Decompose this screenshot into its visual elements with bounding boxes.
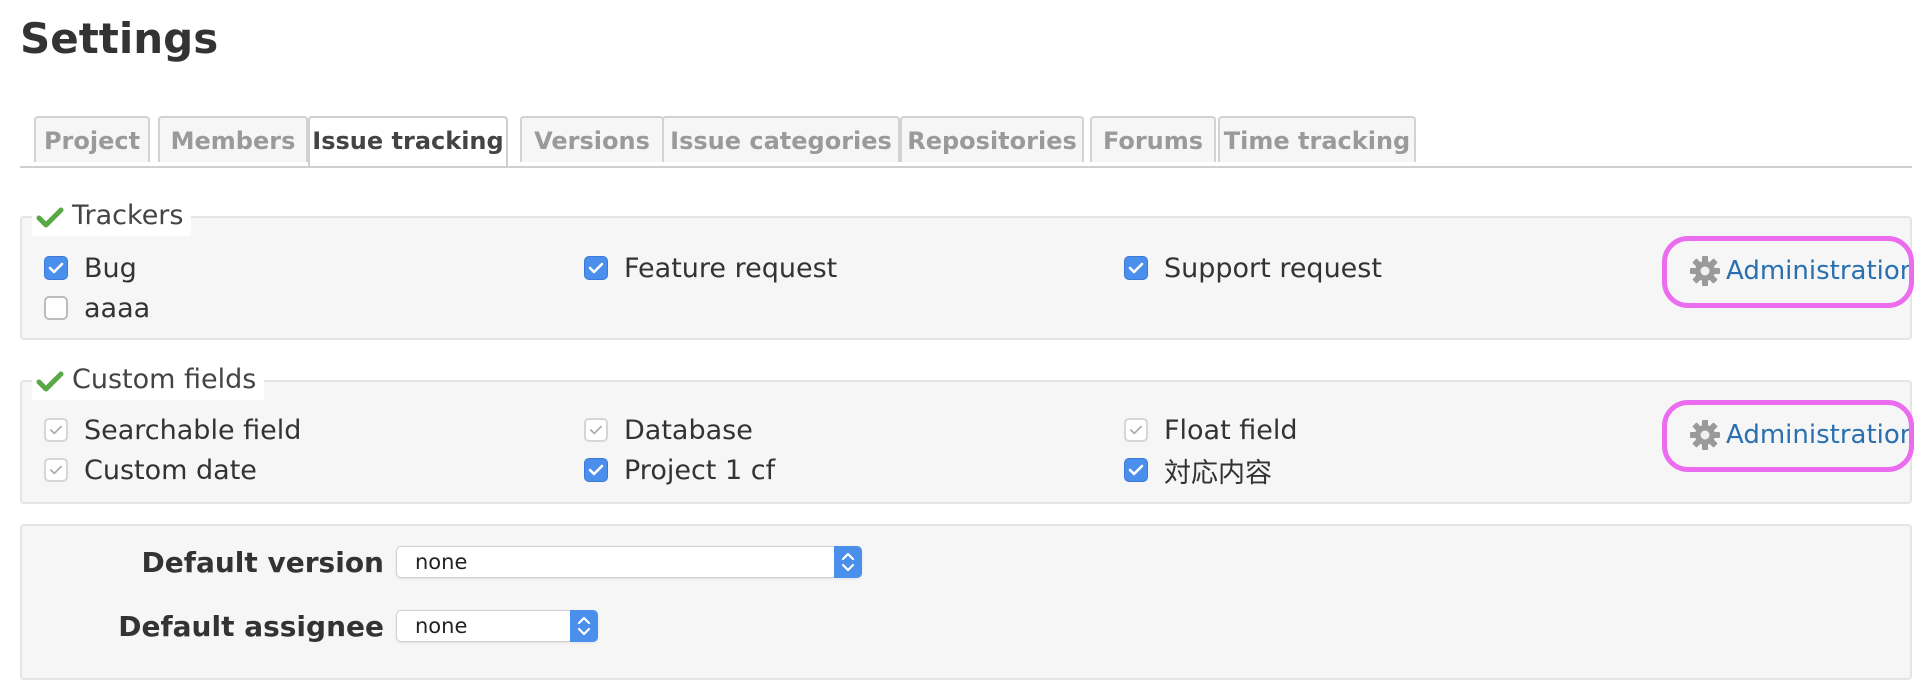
custom-field-project-1-cf-checkbox[interactable] [584, 458, 608, 482]
custom-fields-administration-label: Administration [1726, 420, 1917, 450]
default-assignee-label: Default assignee [118, 610, 384, 643]
custom-field-searchable-checkbox[interactable] [44, 418, 68, 442]
trackers-fieldset: Trackers Bug Feature request Support req… [20, 196, 1916, 340]
default-assignee-select[interactable]: none [396, 610, 598, 642]
custom-fields-fieldset: Custom fields Searchable field Database … [20, 360, 1916, 504]
tracker-feature-request: Feature request [584, 250, 837, 286]
tab-repositories[interactable]: Repositories [900, 116, 1084, 162]
trackers-legend-text: Trackers [72, 200, 184, 231]
custom-field-searchable: Searchable field [44, 412, 301, 448]
tracker-bug-checkbox[interactable] [44, 256, 68, 280]
page-title: Settings [20, 14, 219, 63]
custom-field-project-1-cf: Project 1 cf [584, 452, 775, 488]
custom-field-custom-date-label: Custom date [84, 454, 257, 486]
tab-time-tracking[interactable]: Time tracking [1218, 116, 1416, 162]
tab-forums[interactable]: Forums [1090, 116, 1216, 162]
tab-versions[interactable]: Versions [520, 116, 664, 162]
default-version-select[interactable]: none [396, 546, 862, 578]
tab-issue-categories[interactable]: Issue categories [662, 116, 900, 162]
custom-field-float-checkbox[interactable] [1124, 418, 1148, 442]
check-icon [36, 371, 64, 392]
trackers-administration-link[interactable]: Administration [1688, 254, 1916, 288]
settings-tabs: Project Members Issue tracking Versions … [20, 116, 1912, 168]
custom-fields-legend-text: Custom fields [72, 364, 257, 395]
custom-field-taiou-naiyou-checkbox[interactable] [1124, 458, 1148, 482]
default-assignee-value: none [415, 614, 468, 638]
custom-field-taiou-naiyou-label: 対応内容 [1164, 457, 1272, 489]
default-version-label: Default version [141, 546, 384, 579]
custom-field-database-checkbox[interactable] [584, 418, 608, 442]
custom-field-custom-date-checkbox[interactable] [44, 458, 68, 482]
trackers-administration-label: Administration [1726, 256, 1917, 286]
custom-field-float: Float field [1124, 412, 1298, 448]
tracker-bug-label: Bug [84, 252, 137, 284]
tracker-aaaa-label: aaaa [84, 292, 151, 324]
custom-field-custom-date: Custom date [44, 452, 257, 488]
trackers-legend: Trackers [32, 196, 192, 236]
custom-field-searchable-label: Searchable field [84, 414, 302, 446]
tracker-feature-request-label: Feature request [624, 252, 838, 284]
custom-fields-legend: Custom fields [32, 360, 265, 400]
custom-field-database-label: Database [624, 414, 753, 446]
tracker-support-request-label: Support request [1164, 252, 1382, 284]
tracker-feature-request-checkbox[interactable] [584, 256, 608, 280]
tab-issue-tracking[interactable]: Issue tracking [308, 116, 508, 166]
gear-icon [1690, 420, 1720, 450]
tracker-support-request-checkbox[interactable] [1124, 256, 1148, 280]
tracker-aaaa: aaaa [44, 290, 150, 326]
custom-field-taiou-naiyou: 対応内容 [1124, 452, 1272, 489]
defaults-box: Default version none Default assignee no… [20, 524, 1912, 680]
chevron-up-down-icon [570, 610, 598, 642]
chevron-up-down-icon [834, 546, 862, 578]
custom-field-database: Database [584, 412, 753, 448]
default-version-value: none [415, 550, 468, 574]
custom-field-float-label: Float field [1164, 414, 1298, 446]
tab-project[interactable]: Project [34, 116, 150, 162]
tracker-support-request: Support request [1124, 250, 1382, 286]
custom-field-project-1-cf-label: Project 1 cf [624, 454, 776, 486]
tracker-aaaa-checkbox[interactable] [44, 296, 68, 320]
gear-icon [1690, 256, 1720, 286]
custom-fields-administration-link[interactable]: Administration [1688, 418, 1916, 452]
check-icon [36, 207, 64, 228]
tab-members[interactable]: Members [158, 116, 308, 162]
tracker-bug: Bug [44, 250, 137, 286]
